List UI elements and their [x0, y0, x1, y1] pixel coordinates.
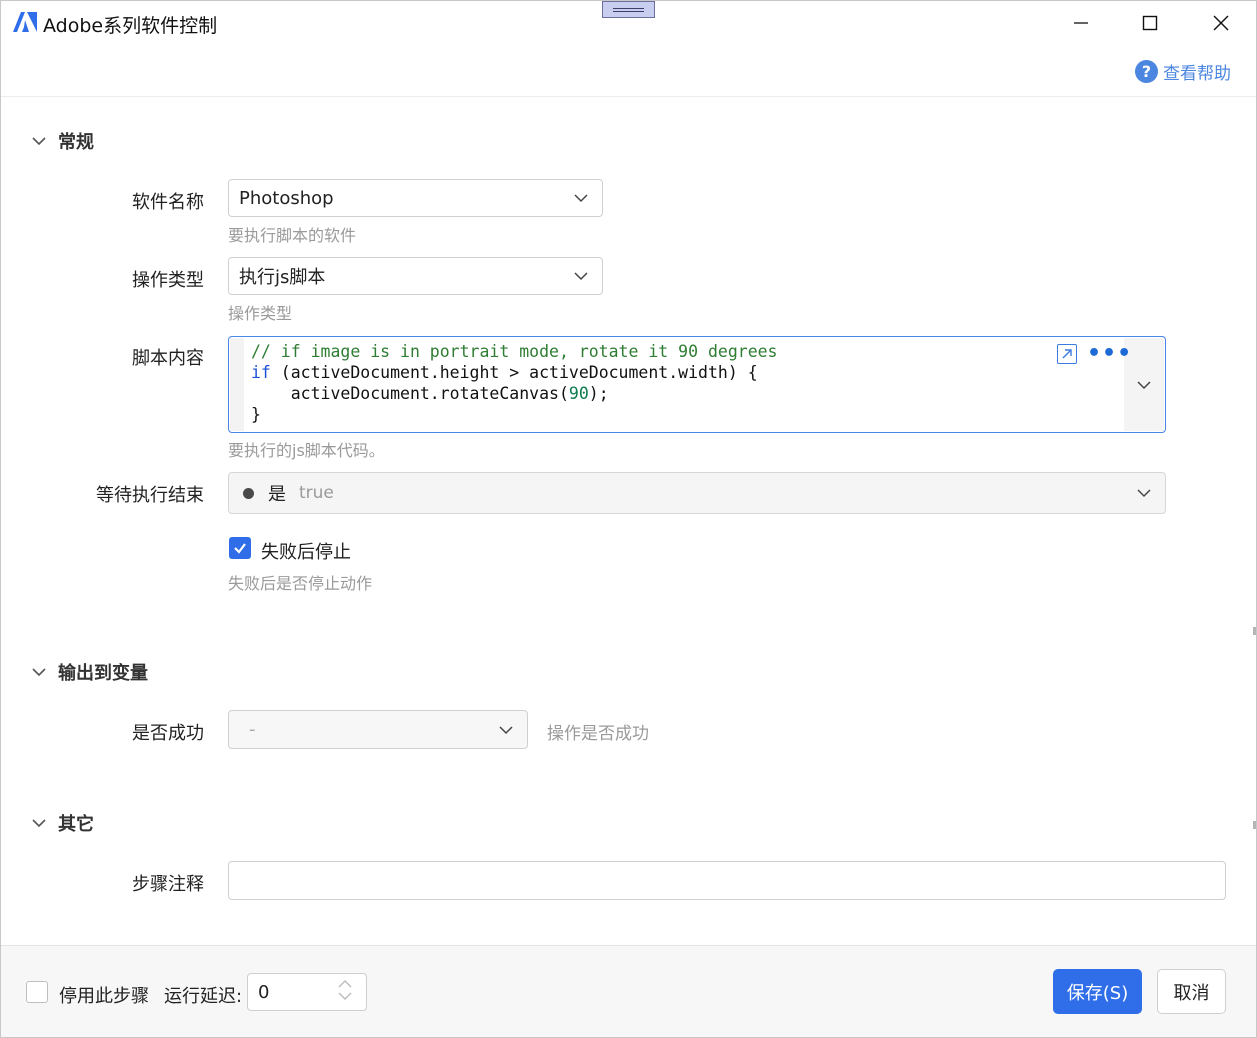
section-title: 输出到变量	[58, 663, 148, 684]
header-divider	[1, 96, 1256, 97]
success-value: -	[249, 719, 256, 740]
success-label: 是否成功	[132, 723, 204, 744]
scroll-marker	[1253, 821, 1256, 829]
success-select[interactable]: -	[228, 710, 528, 749]
wait-value: true	[299, 483, 334, 503]
section-output-header[interactable]: 输出到变量	[29, 659, 148, 685]
chevron-up-icon[interactable]	[338, 979, 352, 988]
chevron-down-icon	[574, 194, 588, 203]
help-link[interactable]: ? 查看帮助	[1135, 59, 1231, 84]
chevron-down-icon	[574, 272, 588, 281]
dialog-window: Adobe系列软件控制 ? 查看帮助 常规 软件名称 Photoshop 要执行…	[0, 0, 1257, 1038]
software-select[interactable]: Photoshop	[228, 179, 603, 217]
chevron-down-icon[interactable]	[338, 992, 352, 1001]
wait-value-label: 是	[268, 484, 286, 505]
more-options-icon[interactable]: •••	[1087, 343, 1132, 365]
editor-gutter	[230, 338, 244, 431]
code-line-1: // if image is in portrait mode, rotate …	[251, 342, 778, 361]
code-line-3: activeDocument.rotateCanvas(90);	[251, 384, 609, 403]
drag-handle[interactable]	[602, 1, 655, 18]
code-number: 90	[568, 384, 589, 403]
software-label: 软件名称	[132, 192, 204, 213]
maximize-button[interactable]	[1127, 1, 1173, 45]
delay-stepper[interactable]: 0	[247, 973, 367, 1011]
chevron-down-icon	[32, 819, 46, 828]
disable-step-label[interactable]: 停用此步骤	[59, 982, 149, 1008]
minimize-button[interactable]	[1058, 1, 1104, 45]
delay-value: 0	[258, 981, 270, 1003]
op-type-hint: 操作类型	[228, 304, 293, 323]
cancel-button[interactable]: 取消	[1157, 969, 1226, 1014]
comment-label: 步骤注释	[132, 874, 204, 895]
chevron-down-icon	[499, 725, 513, 734]
chevron-down-icon	[32, 668, 46, 677]
adobe-logo-icon	[13, 12, 37, 32]
op-type-select[interactable]: 执行js脚本	[228, 257, 603, 295]
stop-on-fail-label[interactable]: 失败后停止	[261, 538, 351, 564]
op-type-value: 执行js脚本	[239, 267, 326, 288]
op-type-label: 操作类型	[132, 270, 204, 291]
stop-on-fail-checkbox[interactable]	[229, 537, 251, 559]
close-button[interactable]	[1198, 1, 1244, 45]
wait-select[interactable]: 是 true	[228, 472, 1166, 514]
open-external-icon[interactable]	[1057, 344, 1077, 364]
script-editor[interactable]: // if image is in portrait mode, rotate …	[228, 336, 1166, 433]
arrow-up-right-icon	[1062, 349, 1072, 359]
code-text: );	[588, 384, 609, 403]
title-bar[interactable]: Adobe系列软件控制	[1, 1, 1256, 45]
dot-icon	[243, 487, 254, 499]
chevron-down-icon	[1137, 380, 1151, 389]
section-general-header[interactable]: 常规	[29, 128, 94, 154]
chevron-down-icon	[32, 137, 46, 146]
maximize-icon	[1142, 15, 1158, 31]
code-line-4: }	[251, 405, 261, 424]
editor-tools: •••	[1057, 343, 1132, 365]
help-question-icon: ?	[1135, 60, 1158, 83]
success-hint: 操作是否成功	[547, 724, 649, 744]
code-text: (activeDocument.height > activeDocument.…	[270, 363, 758, 382]
code-line-2: if (activeDocument.height > activeDocume…	[251, 363, 758, 382]
section-other-header[interactable]: 其它	[29, 810, 94, 836]
close-icon	[1213, 15, 1229, 31]
chevron-down-icon	[1137, 489, 1151, 498]
script-label: 脚本内容	[132, 348, 204, 369]
script-hint: 要执行的js脚本代码。	[228, 441, 385, 460]
minimize-icon	[1074, 22, 1088, 24]
code-keyword: if	[251, 363, 271, 382]
scroll-marker	[1253, 627, 1256, 635]
section-title: 其它	[58, 814, 94, 835]
disable-step-checkbox[interactable]	[26, 981, 48, 1003]
comment-input[interactable]	[228, 861, 1226, 900]
section-title: 常规	[58, 132, 94, 153]
software-value: Photoshop	[239, 187, 334, 209]
software-hint: 要执行脚本的软件	[228, 226, 357, 245]
window-title: Adobe系列软件控制	[43, 15, 218, 37]
code-text: activeDocument.rotateCanvas(	[251, 384, 569, 403]
save-button[interactable]: 保存(S)	[1053, 969, 1142, 1014]
delay-label: 运行延迟:	[164, 986, 243, 1007]
checkmark-icon	[234, 543, 246, 554]
stepper-arrows[interactable]	[338, 979, 352, 1001]
help-label: 查看帮助	[1163, 64, 1231, 84]
stop-on-fail-hint: 失败后是否停止动作	[228, 574, 373, 593]
wait-label: 等待执行结束	[96, 485, 204, 506]
